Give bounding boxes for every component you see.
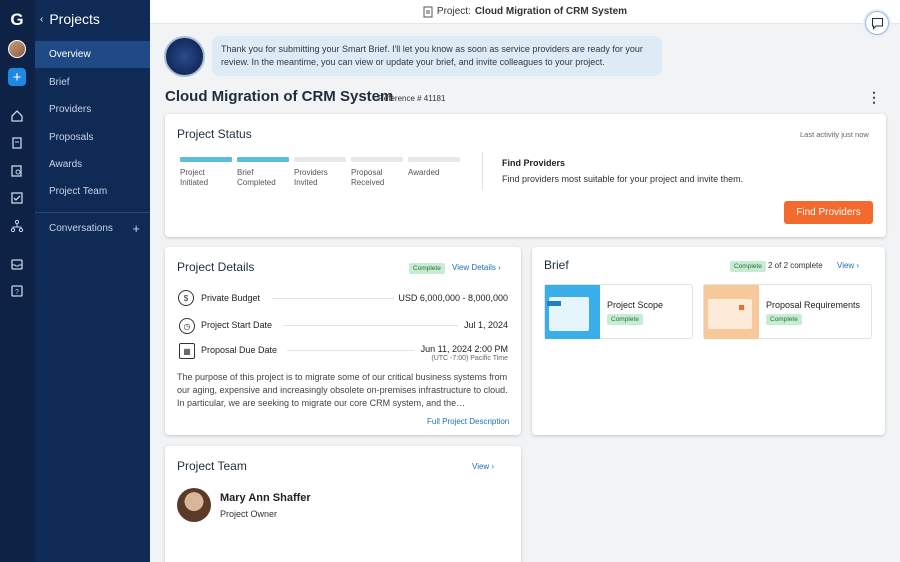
team-view-label: View xyxy=(472,462,490,471)
documents-icon[interactable] xyxy=(8,134,26,152)
brief-view-label: View xyxy=(837,261,855,270)
project-details-title: Project Details xyxy=(177,260,255,274)
more-options-icon[interactable]: ⋮ xyxy=(867,89,881,106)
brand-logo[interactable]: G xyxy=(8,10,26,29)
project-file-icon xyxy=(423,6,433,17)
brief-status-badge: Complete xyxy=(730,261,766,272)
proposal-requirements-card[interactable]: Proposal Requirements Complete xyxy=(703,284,872,339)
home-icon[interactable] xyxy=(8,107,26,125)
budget-value: USD 6,000,000 - 8,000,000 xyxy=(398,293,508,303)
view-details-link[interactable]: View Details › xyxy=(452,263,501,272)
topbar-prefix: Project: xyxy=(436,6,471,17)
org-chart-icon[interactable] xyxy=(8,217,26,235)
create-button[interactable]: + xyxy=(8,68,26,86)
project-scope-card[interactable]: Project Scope Complete xyxy=(544,284,693,339)
assistant-avatar xyxy=(164,36,205,77)
step-bar-proposal xyxy=(351,157,403,162)
due-date-value: Jun 11, 2024 2:00 PM xyxy=(420,344,508,354)
project-description: The purpose of this project is to migrat… xyxy=(177,372,508,408)
sidebar-item-project-team[interactable]: Project Team xyxy=(35,178,150,205)
step-label-proposal: Proposal Received xyxy=(351,168,385,187)
budget-label: Private Budget xyxy=(201,293,261,303)
full-description-link[interactable]: Full Project Description xyxy=(427,417,509,426)
sidebar-item-providers[interactable]: Providers xyxy=(35,96,150,123)
conversations-label: Conversations xyxy=(49,223,113,234)
due-date-label: Proposal Due Date xyxy=(201,345,278,355)
start-date-label: Project Start Date xyxy=(201,320,273,330)
chat-button[interactable] xyxy=(865,11,889,35)
sidebar-header[interactable]: ‹ Projects xyxy=(40,11,100,27)
brief-view-link[interactable]: View › xyxy=(837,261,859,270)
brief-title: Brief xyxy=(544,258,569,272)
step-bar-initiated xyxy=(180,157,232,162)
sidebar-title: Projects xyxy=(49,11,100,27)
project-scope-badge: Complete xyxy=(607,314,643,325)
reference-number: Reference # 41181 xyxy=(378,94,446,103)
proposal-requirements-title: Proposal Requirements xyxy=(766,300,861,310)
proposal-requirements-thumbnail xyxy=(704,285,759,339)
start-date-value: Jul 1, 2024 xyxy=(463,320,508,330)
member-role: Project Owner xyxy=(220,509,278,519)
page-title: Cloud Migration of CRM System xyxy=(165,88,394,105)
step-bar-awarded xyxy=(408,157,460,162)
proposal-requirements-badge: Complete xyxy=(766,314,802,325)
sidebar-item-brief[interactable]: Brief xyxy=(35,69,150,96)
svg-text:?: ? xyxy=(15,289,19,296)
sidebar-item-conversations[interactable]: Conversations + xyxy=(35,215,150,242)
find-providers-button[interactable]: Find Providers xyxy=(784,201,873,224)
user-avatar[interactable] xyxy=(8,40,26,58)
assistant-message: Thank you for submitting your Smart Brie… xyxy=(212,36,662,76)
add-conversation-icon[interactable]: + xyxy=(132,221,140,236)
sidebar-item-overview[interactable]: Overview xyxy=(35,41,150,68)
team-view-link[interactable]: View › xyxy=(472,462,494,471)
calendar-icon: ▦ xyxy=(179,343,195,359)
project-sidebar: ‹ Projects Overview Brief Providers Prop… xyxy=(35,0,150,562)
help-icon[interactable]: ? xyxy=(8,282,26,300)
details-status-badge: Complete xyxy=(409,263,445,274)
step-label-initiated: Project Initiated xyxy=(180,168,209,187)
top-bar: Project: Cloud Migration of CRM System xyxy=(150,0,900,24)
inbox-icon[interactable] xyxy=(8,255,26,273)
view-details-label: View Details xyxy=(452,263,496,272)
member-name: Mary Ann Shaffer xyxy=(220,492,311,504)
chat-icon xyxy=(871,17,883,30)
sidebar-item-awards[interactable]: Awards xyxy=(35,151,150,178)
brief-completion-count: 2 of 2 complete xyxy=(768,261,823,270)
sidebar-item-proposals[interactable]: Proposals xyxy=(35,124,150,151)
find-providers-text: Find providers most suitable for your pr… xyxy=(502,174,744,184)
last-activity: Last activity just now xyxy=(800,130,869,139)
budget-leader xyxy=(272,298,394,299)
step-bar-brief xyxy=(237,157,289,162)
project-status-title: Project Status xyxy=(177,127,252,141)
icon-rail: G + ? xyxy=(0,0,35,562)
step-label-awarded: Awarded xyxy=(408,168,440,177)
status-divider xyxy=(482,152,483,190)
stopwatch-icon: ◷ xyxy=(179,318,195,334)
step-label-brief: Brief Completed xyxy=(237,168,276,187)
sidebar-divider xyxy=(35,212,150,213)
find-providers-heading: Find Providers xyxy=(502,158,566,168)
member-avatar xyxy=(177,488,211,522)
project-team-title: Project Team xyxy=(177,459,247,473)
step-bar-providers xyxy=(294,157,346,162)
checklist-icon[interactable] xyxy=(8,189,26,207)
step-label-providers: Providers Invited xyxy=(294,168,328,187)
due-date-timezone: (UTC -7:00) Pacific Time xyxy=(431,355,508,362)
project-scope-title: Project Scope xyxy=(607,300,664,310)
topbar-project-name: Cloud Migration of CRM System xyxy=(474,6,628,17)
search-document-icon[interactable] xyxy=(8,162,26,180)
brief-card xyxy=(532,247,885,435)
project-scope-thumbnail xyxy=(545,285,600,339)
chevron-left-icon[interactable]: ‹ xyxy=(40,14,43,25)
budget-icon: $ xyxy=(178,290,194,306)
